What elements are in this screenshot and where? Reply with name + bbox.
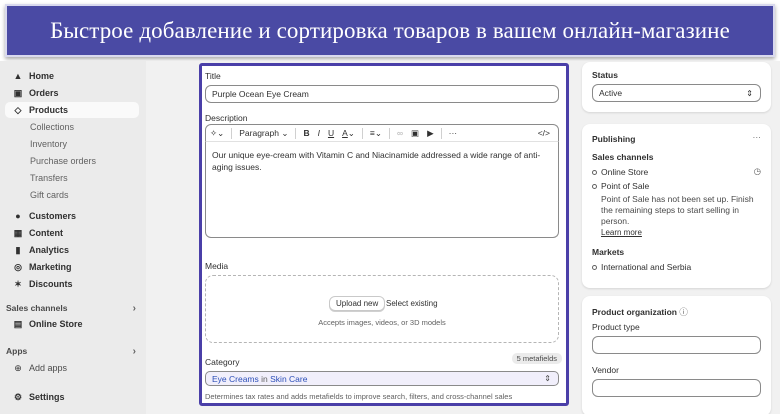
sales-channels-heading: Sales channels xyxy=(592,152,654,162)
description-editor[interactable]: Our unique eye-cream with Vitamin C and … xyxy=(205,142,559,238)
tag-icon: ◇ xyxy=(14,104,22,115)
content-icon: ▦ xyxy=(13,227,23,238)
sidebar-item-products[interactable]: ◇ Products xyxy=(13,104,68,116)
code-icon[interactable]: </> xyxy=(538,128,550,138)
sidebar-item-analytics[interactable]: ▮ Analytics xyxy=(13,244,70,256)
sidebar-item-collections[interactable]: Collections xyxy=(30,122,74,132)
more-icon[interactable]: ··· xyxy=(449,128,458,138)
vendor-label: Vendor xyxy=(592,365,619,375)
sidebar-item-customers[interactable]: ● Customers xyxy=(13,211,76,221)
underline-icon[interactable]: U xyxy=(328,128,334,138)
sidebar-item-inventory[interactable]: Inventory xyxy=(30,139,67,149)
chevron-right-icon: › xyxy=(132,303,136,314)
sidebar-item-discounts[interactable]: ✶ Discounts xyxy=(13,278,72,290)
sidebar-item-content[interactable]: ▦ Content xyxy=(13,227,63,239)
media-hint: Accepts images, videos, or 3D models xyxy=(318,318,446,327)
sidebar: ▲ Home ▣ Orders ◇ Products Collections I… xyxy=(0,61,146,414)
metafields-badge: 5 metafields xyxy=(511,353,562,364)
title-label: Title xyxy=(205,71,221,81)
category-label: Category xyxy=(205,357,240,367)
sidebar-item-purchase-orders[interactable]: Purchase orders xyxy=(30,156,96,166)
sidebar-item-settings[interactable]: ⚙ Settings xyxy=(13,391,65,403)
paragraph-dropdown[interactable]: Paragraph ⌄ xyxy=(239,128,288,139)
text-color-icon[interactable]: A ⌄ xyxy=(342,128,355,139)
description-label: Description xyxy=(205,113,248,123)
more-options-icon[interactable]: ··· xyxy=(753,132,762,142)
organization-title: Product organization ⓘ xyxy=(592,307,688,317)
product-details-card: Title Purple Ocean Eye Cream Description… xyxy=(199,63,569,406)
inbox-icon: ▣ xyxy=(13,87,23,98)
sidebar-item-marketing[interactable]: ◎ Marketing xyxy=(13,261,71,273)
upload-new-button[interactable]: Upload new xyxy=(329,296,386,311)
product-organization-card: Product organization ⓘ Product type Vend… xyxy=(582,296,771,414)
sidebar-item-add-apps[interactable]: ⊕ Add apps xyxy=(13,362,67,374)
status-label: Status xyxy=(592,70,618,80)
info-icon[interactable]: ⓘ xyxy=(679,307,688,317)
pos-note: Point of Sale has not been set up. Finis… xyxy=(601,194,754,226)
product-type-input[interactable] xyxy=(592,336,761,354)
store-icon: ▤ xyxy=(13,318,23,329)
category-hint: Determines tax rates and adds metafields… xyxy=(205,392,513,401)
category-select[interactable]: Eye Creams in Skin Care ⇕ xyxy=(205,371,559,386)
bold-icon[interactable]: B xyxy=(303,128,309,138)
sidebar-item-online-store[interactable]: ▤ Online Store xyxy=(13,318,83,330)
vendor-input[interactable] xyxy=(592,379,761,397)
markets-value: International and Serbia xyxy=(592,262,691,272)
channel-point-of-sale: Point of Sale xyxy=(592,181,649,191)
media-label: Media xyxy=(205,261,229,271)
publishing-title: Publishing xyxy=(592,134,636,144)
status-select[interactable]: Active ⇕ xyxy=(592,84,761,102)
select-chevron-icon: ⇕ xyxy=(544,374,551,383)
discount-icon: ✶ xyxy=(14,278,22,289)
schedule-icon[interactable]: ◷ xyxy=(754,166,761,177)
bar-chart-icon: ▮ xyxy=(15,244,21,255)
align-icon[interactable]: ≡⌄ xyxy=(370,128,382,139)
italic-icon[interactable]: I xyxy=(318,128,320,138)
banner-text: Быстрое добавление и сортировка товаров … xyxy=(50,17,730,43)
image-icon[interactable]: ▣ xyxy=(411,128,419,139)
chevron-right-icon: › xyxy=(132,346,136,357)
product-type-label: Product type xyxy=(592,322,640,332)
markets-heading: Markets xyxy=(592,247,625,257)
link-icon[interactable]: ∞ xyxy=(397,128,403,138)
title-input[interactable]: Purple Ocean Eye Cream xyxy=(205,85,559,103)
sidebar-item-orders[interactable]: ▣ Orders xyxy=(13,87,59,99)
publishing-card: Publishing ··· Sales channels Online Sto… xyxy=(582,124,771,288)
gear-icon: ⚙ xyxy=(13,391,23,402)
select-existing-button[interactable]: Select existing xyxy=(386,299,438,308)
title-banner: Быстрое добавление и сортировка товаров … xyxy=(5,4,775,57)
home-icon: ▲ xyxy=(13,71,23,81)
status-card: Status Active ⇕ xyxy=(582,62,771,112)
sidebar-item-home[interactable]: ▲ Home xyxy=(13,71,54,81)
person-icon: ● xyxy=(15,211,21,221)
media-dropzone[interactable]: Upload new Select existing Accepts image… xyxy=(205,275,559,343)
admin-window: ▲ Home ▣ Orders ◇ Products Collections I… xyxy=(0,61,780,414)
rich-text-toolbar: ✧⌄ Paragraph ⌄ B I U A ⌄ ≡⌄ ∞ ▣ ▶ ··· </> xyxy=(205,124,559,142)
plus-circle-icon: ⊕ xyxy=(14,362,22,373)
select-chevron-icon: ⇕ xyxy=(746,88,753,98)
video-icon[interactable]: ▶ xyxy=(427,128,434,139)
learn-more-link[interactable]: Learn more xyxy=(601,228,642,237)
sidebar-item-transfers[interactable]: Transfers xyxy=(30,173,68,183)
channel-online-store: Online Store xyxy=(592,167,648,177)
sidebar-item-gift-cards[interactable]: Gift cards xyxy=(30,190,69,200)
magic-icon[interactable]: ✧⌄ xyxy=(210,128,224,139)
target-icon: ◎ xyxy=(14,261,22,272)
